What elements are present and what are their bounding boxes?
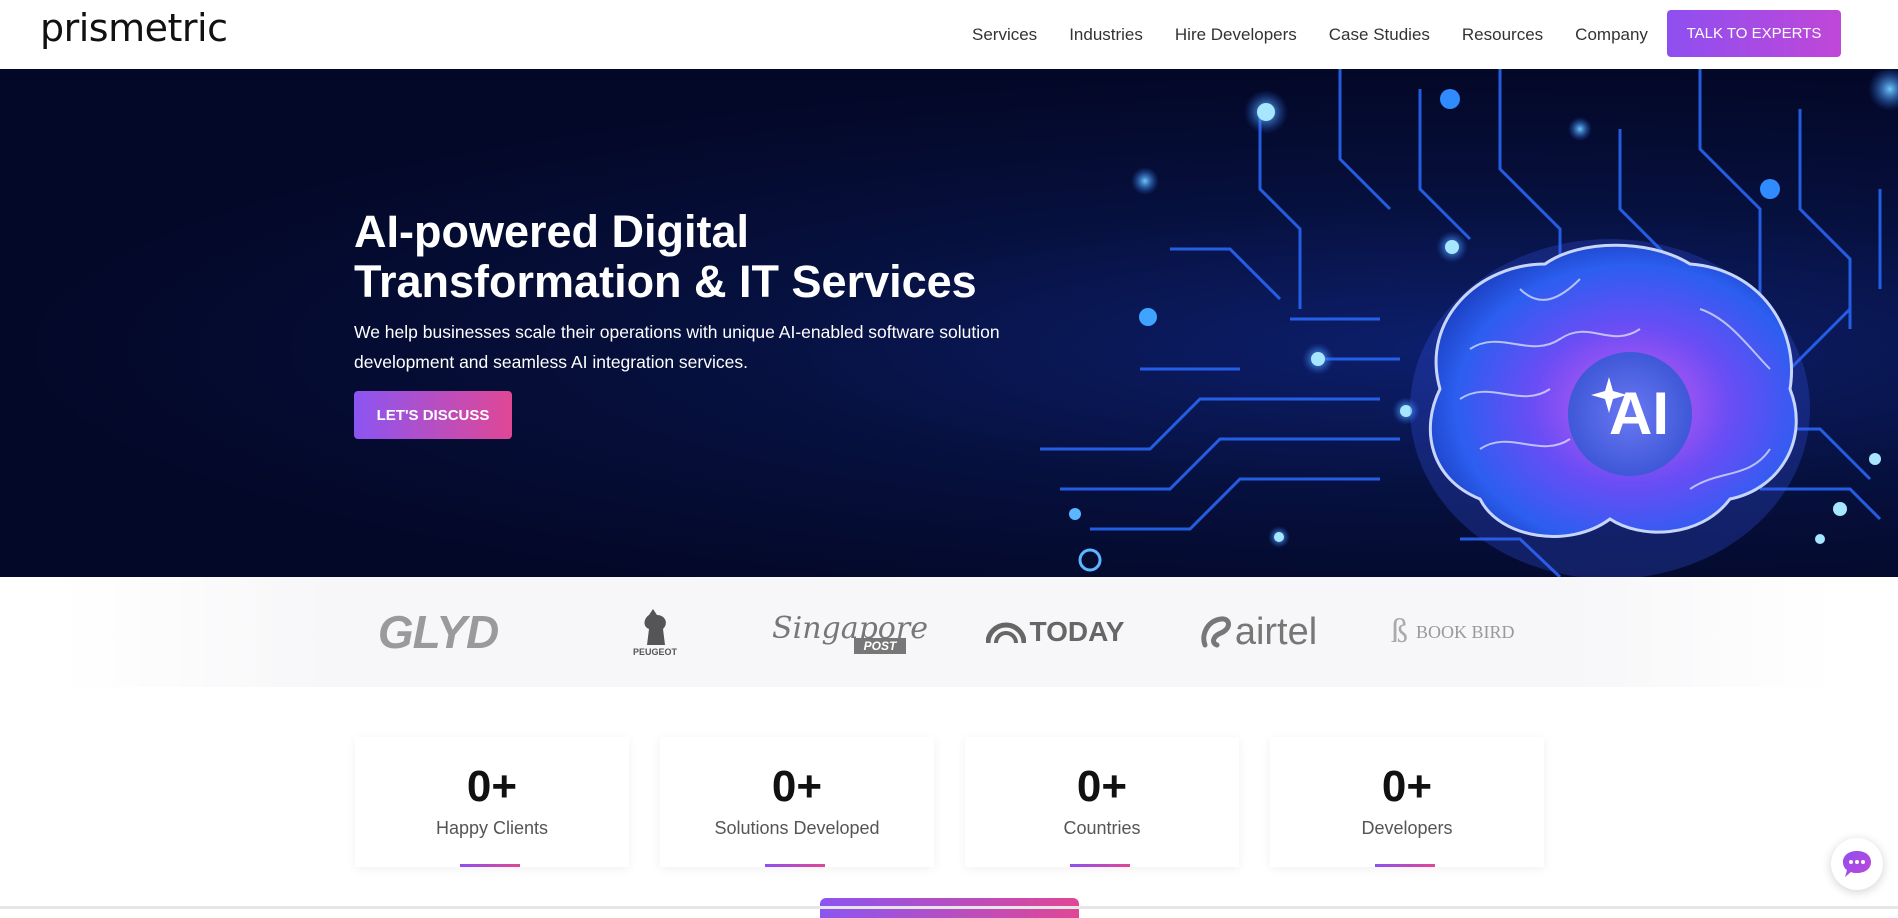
ai-badge-label: AI bbox=[1609, 380, 1669, 447]
client-logo-peugeot: PEUGEOT bbox=[605, 577, 705, 687]
lets-discuss-button[interactable]: LET'S DISCUSS bbox=[354, 391, 512, 439]
main-nav: Services Industries Hire Developers Case… bbox=[972, 0, 1680, 69]
stat-card-developers: 0+ Developers bbox=[1270, 737, 1544, 867]
peugeot-lion-icon bbox=[644, 609, 666, 645]
stat-label: Countries bbox=[1063, 818, 1141, 838]
stat-underline bbox=[1070, 864, 1130, 867]
stat-underline bbox=[460, 864, 520, 867]
singapore-post-label: POST bbox=[853, 637, 907, 654]
brand-logo[interactable]: prismetric bbox=[40, 6, 228, 50]
nav-services[interactable]: Services bbox=[972, 25, 1037, 45]
nav-industries[interactable]: Industries bbox=[1069, 25, 1143, 45]
nav-resources[interactable]: Resources bbox=[1462, 25, 1543, 45]
stat-label: Developers bbox=[1361, 818, 1453, 838]
client-logo-glyd: GLYD bbox=[377, 606, 499, 658]
client-logo-today: TODAY bbox=[985, 577, 1125, 687]
stat-underline bbox=[765, 864, 825, 867]
nav-case-studies[interactable]: Case Studies bbox=[1329, 25, 1430, 45]
client-logo-singapore-post: Singapore POST bbox=[772, 577, 928, 687]
hero-subtitle: We help businesses scale their operation… bbox=[354, 322, 1000, 372]
chat-widget-button[interactable] bbox=[1831, 838, 1883, 890]
stat-card-countries: 0+ Countries bbox=[965, 737, 1239, 867]
client-logo-peugeot-label: PEUGEOT bbox=[632, 647, 677, 657]
nav-company[interactable]: Company bbox=[1575, 25, 1648, 45]
bookbird-label: BOOK BIRD bbox=[1416, 621, 1515, 642]
nav-hire-developers[interactable]: Hire Developers bbox=[1175, 25, 1297, 45]
client-logo-bookbird: ß BOOK BIRD bbox=[1391, 577, 1531, 687]
hero-title-line2: Transformation & IT Services bbox=[354, 256, 977, 307]
stat-value: 0+ bbox=[1381, 762, 1433, 811]
chat-bubble-icon bbox=[1843, 851, 1871, 877]
stat-value: 0+ bbox=[466, 762, 518, 811]
client-logo-airtel: airtel bbox=[1188, 577, 1328, 687]
bookbird-b-icon: ß bbox=[1391, 613, 1408, 650]
stat-underline bbox=[1375, 864, 1435, 867]
hero-title: AI-powered Digital Transformation & IT S… bbox=[354, 207, 1054, 307]
hero-title-line1: AI-powered Digital bbox=[354, 206, 750, 257]
airtel-label: airtel bbox=[1234, 610, 1318, 653]
stat-value: 0+ bbox=[1076, 762, 1128, 811]
today-label: TODAY bbox=[1029, 616, 1125, 647]
client-logos-strip: GLYD PEUGEOT Singapore POST TODAY airtel… bbox=[60, 577, 1838, 687]
site-header: prismetric Services Industries Hire Deve… bbox=[0, 0, 1898, 69]
stat-value: 0+ bbox=[771, 762, 823, 811]
talk-to-experts-button[interactable]: TALK TO EXPERTS bbox=[1667, 10, 1841, 57]
stat-card-happy-clients: 0+ Happy Clients bbox=[355, 737, 629, 867]
airtel-swirl-icon bbox=[1201, 616, 1231, 648]
stat-card-solutions-developed: 0+ Solutions Developed bbox=[660, 737, 934, 867]
today-rainbow-icon bbox=[985, 622, 1026, 643]
hero-section: AI AI-powered Digital Transformation & I… bbox=[0, 69, 1898, 577]
stat-label: Solutions Developed bbox=[714, 818, 880, 838]
stat-label: Happy Clients bbox=[435, 818, 549, 838]
